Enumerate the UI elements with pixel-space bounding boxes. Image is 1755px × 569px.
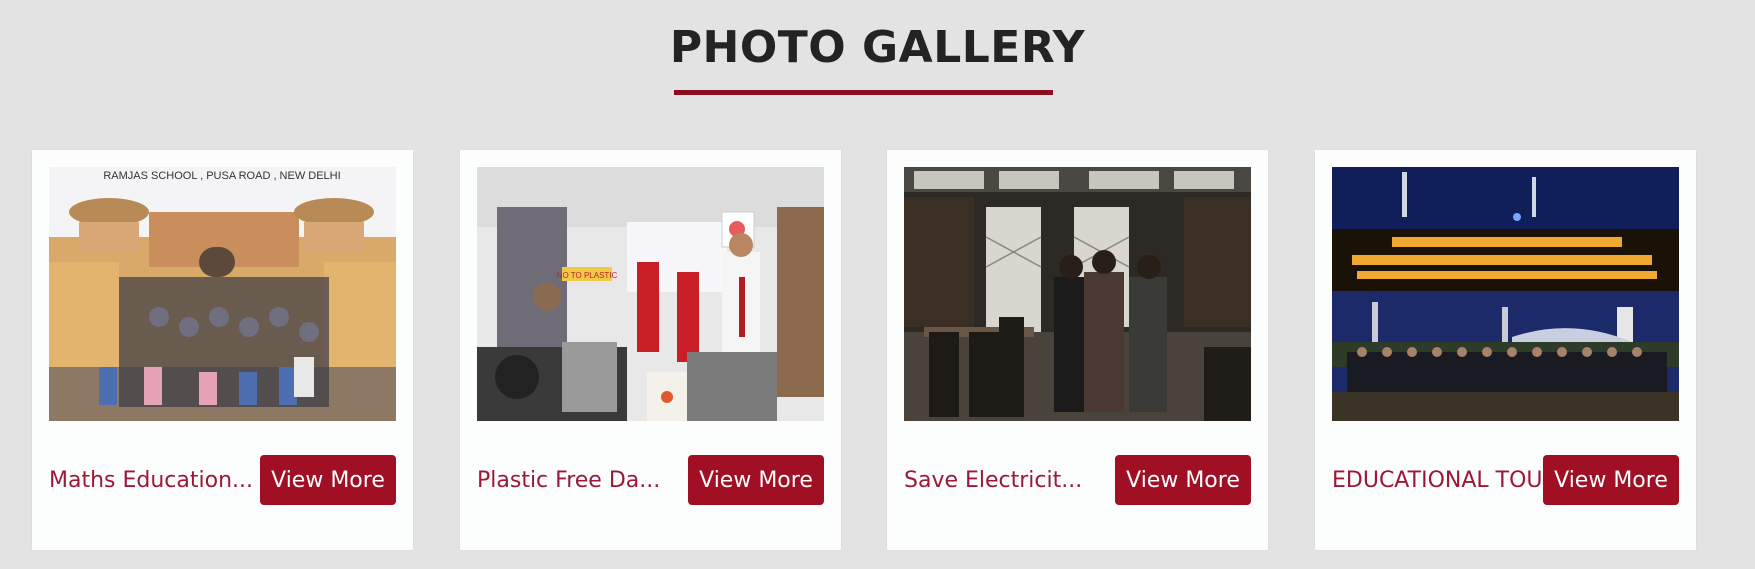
gallery-title: PHOTO GALLERY bbox=[669, 22, 1086, 73]
maths-education-photo[interactable]: RAMJAS SCHOOL , PUSA ROAD , NEW DELHI bbox=[49, 167, 396, 421]
plastic-free-day-photo[interactable]: NO TO PLASTIC bbox=[477, 167, 824, 421]
view-more-button[interactable]: View More bbox=[1543, 455, 1679, 505]
gallery-card-educational-tour[interactable]: EDUCATIONAL TOUR View More bbox=[1315, 150, 1696, 550]
card-caption[interactable]: EDUCATIONAL TOUR bbox=[1332, 468, 1562, 493]
title-underline bbox=[674, 90, 1053, 95]
educational-tour-photo[interactable] bbox=[1332, 167, 1679, 421]
view-more-button[interactable]: View More bbox=[1115, 455, 1251, 505]
view-more-button[interactable]: View More bbox=[688, 455, 824, 505]
card-caption[interactable]: Save Electricit... bbox=[904, 468, 1109, 493]
gallery-card-plastic-free-day[interactable]: NO TO PLASTIC Plastic Free Da... View Mo… bbox=[460, 150, 841, 550]
gallery-card-save-electricity[interactable]: Save Electricit... View More bbox=[887, 150, 1268, 550]
save-electricity-photo[interactable] bbox=[904, 167, 1251, 421]
svg-text:RAMJAS SCHOOL , PUSA ROAD , NE: RAMJAS SCHOOL , PUSA ROAD , NEW DELHI bbox=[103, 170, 340, 182]
gallery-card-maths-education[interactable]: RAMJAS SCHOOL , PUSA ROAD , NEW DELHI Ma… bbox=[32, 150, 413, 550]
card-caption[interactable]: Maths Education... bbox=[49, 468, 254, 493]
card-caption[interactable]: Plastic Free Da... bbox=[477, 468, 682, 493]
view-more-button[interactable]: View More bbox=[260, 455, 396, 505]
svg-text:NO TO PLASTIC: NO TO PLASTIC bbox=[557, 271, 618, 280]
